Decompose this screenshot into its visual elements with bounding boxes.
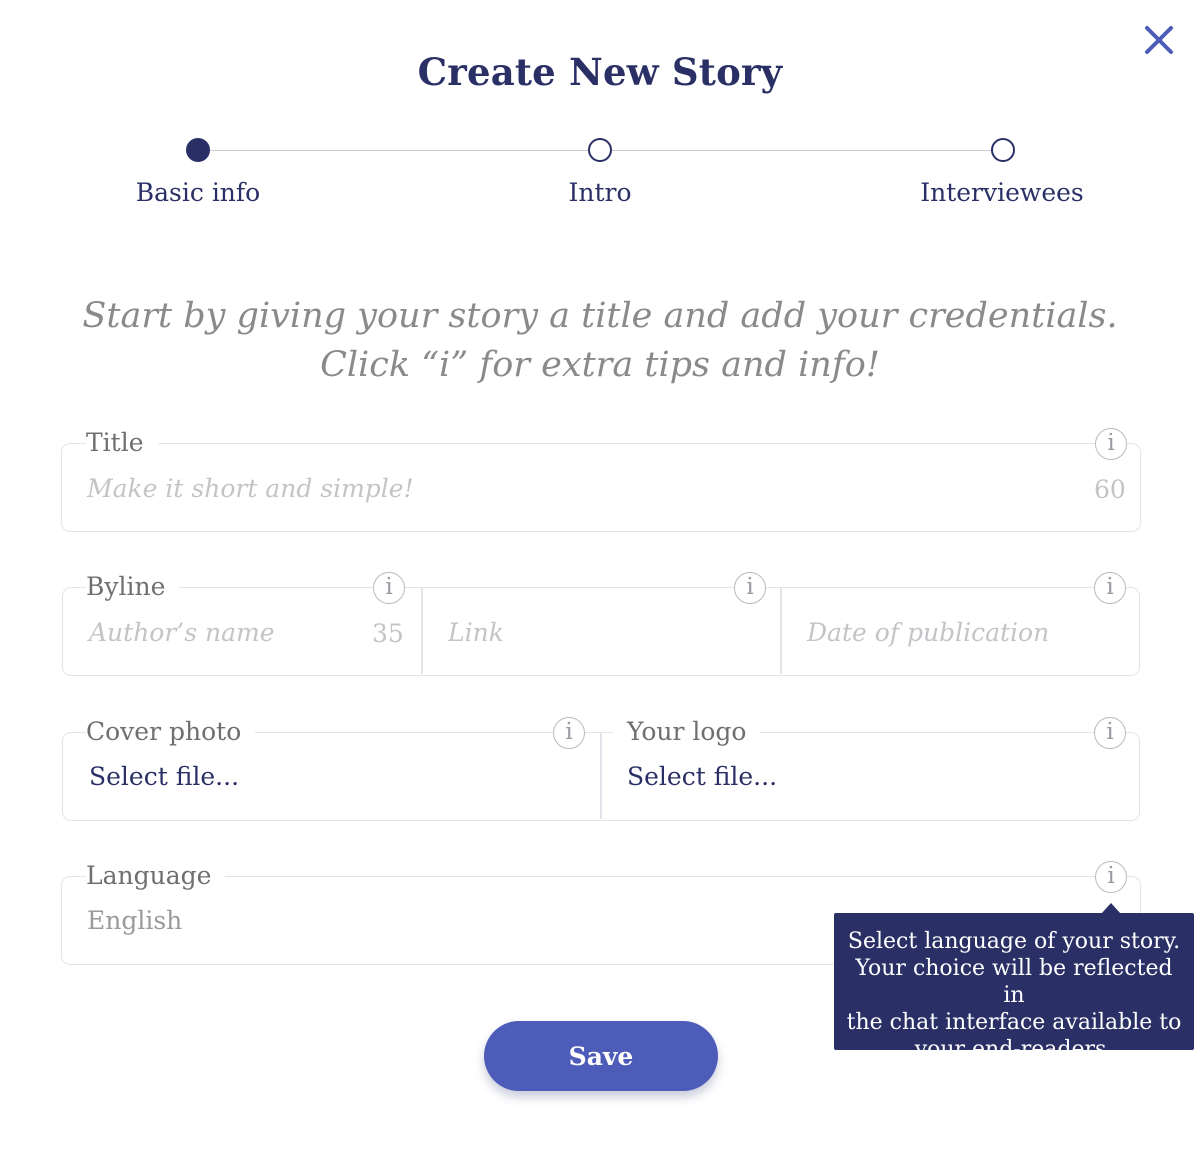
logo-info-icon[interactable]: i	[1094, 717, 1126, 749]
step-connector	[210, 150, 588, 151]
link-info-icon[interactable]: i	[734, 572, 766, 604]
link-input[interactable]: Link	[448, 618, 504, 647]
date-info-icon[interactable]: i	[1094, 572, 1126, 604]
cover-photo-select-file[interactable]: Select file...	[89, 762, 239, 791]
tooltip-line: Your choice will be reflected in	[855, 956, 1173, 1008]
step-dot-intro[interactable]	[588, 138, 612, 162]
tooltip-line: Select language of your story.	[847, 929, 1181, 954]
byline-divider	[780, 588, 782, 674]
intro-instructions: Start by giving your story a title and a…	[82, 296, 1118, 385]
title-label: Title	[86, 428, 158, 458]
tooltip-line: the chat interface available to	[846, 1010, 1182, 1035]
media-divider	[600, 733, 602, 819]
author-info-icon[interactable]: i	[373, 572, 405, 604]
save-button[interactable]: Save	[484, 1021, 718, 1091]
step-label-interviewees[interactable]: Interviewees	[882, 178, 1122, 207]
tooltip-line: your end-readers.	[914, 1037, 1114, 1062]
title-field[interactable]: Title i Make it short and simple! 60	[61, 428, 1141, 532]
title-input[interactable]: Make it short and simple!	[87, 474, 414, 503]
title-info-icon[interactable]: i	[1095, 428, 1127, 460]
author-name-input[interactable]: Author’s name	[89, 618, 275, 647]
byline-label: Byline	[86, 572, 180, 602]
step-dot-basic-info[interactable]	[186, 138, 210, 162]
language-tooltip: Select language of your story. Your choi…	[834, 913, 1194, 1062]
cover-photo-label: Cover photo	[86, 717, 256, 747]
logo-label: Your logo	[613, 717, 761, 747]
media-field: Cover photo i Your logo i Select file...…	[62, 717, 1140, 821]
modal-title: Create New Story	[417, 50, 783, 94]
language-label: Language	[86, 861, 226, 891]
step-connector	[612, 150, 991, 151]
language-info-icon[interactable]: i	[1095, 861, 1127, 893]
date-of-publication-input[interactable]: Date of publication	[807, 618, 1049, 647]
byline-field: Byline i i i Author’s name 35 Link Date …	[62, 572, 1140, 676]
logo-select-file[interactable]: Select file...	[627, 762, 777, 791]
title-char-counter: 60	[1094, 475, 1126, 504]
step-label-intro[interactable]: Intro	[480, 178, 720, 207]
byline-divider	[421, 588, 423, 674]
author-char-counter: 35	[372, 619, 404, 648]
cover-photo-info-icon[interactable]: i	[553, 717, 585, 749]
language-select[interactable]: English	[87, 906, 182, 935]
step-label-basic-info[interactable]: Basic info	[78, 178, 318, 207]
step-dot-interviewees[interactable]	[991, 138, 1015, 162]
